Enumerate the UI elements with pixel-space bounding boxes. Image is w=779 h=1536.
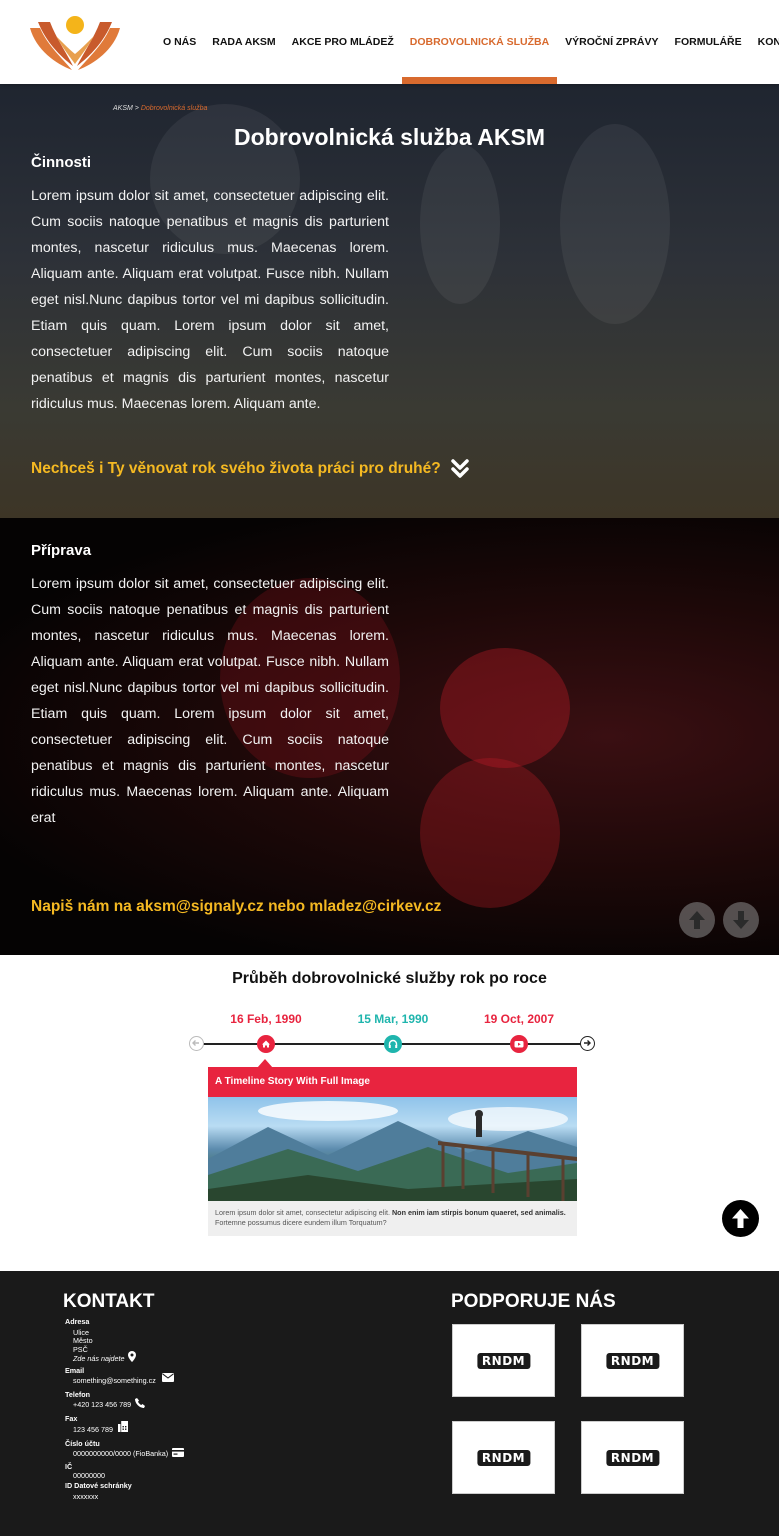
sponsor-logo-text: RNDM [476, 1449, 531, 1466]
site-footer: KONTAKT Adresa Ulice Město PSČ Zde nás n… [0, 1271, 779, 1536]
arrow-right-icon [584, 1040, 591, 1046]
address-city: Město [73, 1336, 93, 1345]
home-icon [262, 1040, 270, 1048]
phone-label: Telefon [65, 1390, 91, 1399]
sponsor-logo-4[interactable]: RNDM [581, 1421, 684, 1494]
timeline-event-3[interactable] [510, 1035, 528, 1053]
account-label: Číslo účtu [65, 1439, 100, 1448]
helmet-shape [440, 648, 570, 768]
mountain-landscape-image [208, 1101, 577, 1201]
map-pin-icon [128, 1351, 136, 1362]
video-icon [514, 1041, 524, 1048]
timeline-card-text-plain: Lorem ipsum dolor sit amet, consectetur … [215, 1208, 390, 1217]
sponsor-logo-text: RNDM [476, 1352, 531, 1369]
timeline-next-button[interactable] [580, 1036, 595, 1051]
site-header: O NÁS RADA AKSM AKCE PRO MLÁDEŽ DOBROVOL… [0, 0, 779, 84]
scroll-down-button[interactable] [723, 902, 759, 938]
nav-item-dobrovolnicka-sluzba[interactable]: DOBROVOLNICKÁ SLUŽBA [401, 0, 558, 84]
phone-value[interactable]: +420 123 456 789 [73, 1400, 131, 1409]
ic-label: IČ [65, 1462, 73, 1471]
datbox-label: ID Datové schránky [65, 1481, 132, 1490]
helmet-shape [420, 758, 560, 908]
sponsor-logo-2[interactable]: RNDM [581, 1324, 684, 1397]
timeline-title: Průběh dobrovolnické služby rok po roce [232, 970, 547, 987]
arrow-down-icon [733, 911, 749, 929]
double-chevron-down-icon[interactable] [451, 459, 469, 479]
timeline-card-text-bold: Non enim iam stirpis bonum quaeret, sed … [391, 1208, 566, 1217]
nav-item-akce-pro-mladez[interactable]: AKCE PRO MLÁDEŽ [284, 0, 402, 84]
section-text-priprava: Lorem ipsum dolor sit amet, consectetuer… [31, 576, 389, 826]
breadcrumb-separator: > [134, 105, 139, 112]
nav-item-o-nas[interactable]: O NÁS [155, 0, 204, 84]
timeline-card-image [208, 1097, 577, 1201]
timeline-prev-button[interactable] [189, 1036, 204, 1051]
timeline-card-text-end: Fortemne possumus dicere eundem illum To… [215, 1218, 387, 1227]
fax-label: Fax [65, 1414, 78, 1423]
sponsor-logo-3[interactable]: RNDM [452, 1421, 555, 1494]
nav-item-kontakty[interactable]: KONTAKTY [750, 0, 779, 84]
section-heading-cinnosti: Činnosti [31, 154, 91, 171]
background-figure [560, 124, 670, 324]
sponsor-logo-1[interactable]: RNDM [452, 1324, 555, 1397]
nav-item-formulare[interactable]: FORMULÁŘE [667, 0, 750, 84]
phone-icon [135, 1398, 145, 1408]
back-to-top-button[interactable] [722, 1200, 759, 1237]
account-value: 0000000000/0000 (FioBanka) [73, 1449, 169, 1458]
timeline-event-2[interactable] [384, 1035, 402, 1053]
arrow-up-icon [689, 911, 705, 929]
breadcrumb: AKSM > Dobrovolnická služba [113, 105, 207, 112]
timeline-date-3[interactable]: 19 Oct, 2007 [459, 1012, 579, 1026]
address-zip: PSČ [73, 1345, 88, 1354]
arrow-left-icon [192, 1040, 199, 1046]
email-label: Email [65, 1366, 85, 1375]
timeline-card-title: A Timeline Story With Full Image [208, 1067, 577, 1097]
timeline-event-1[interactable] [257, 1035, 275, 1053]
breadcrumb-current: Dobrovolnická služba [140, 105, 208, 112]
support-title: PODPORUJE NÁS [451, 1291, 616, 1312]
nav-item-vyrocni-zpravy[interactable]: VÝROČNÍ ZPRÁVY [557, 0, 666, 84]
credit-card-icon [172, 1448, 184, 1457]
fax-icon [118, 1421, 128, 1432]
timeline-card: A Timeline Story With Full Image Lorem i… [208, 1067, 577, 1236]
arrow-up-icon [732, 1209, 749, 1228]
sponsor-logo-text: RNDM [605, 1449, 660, 1466]
nav-item-rada-aksm[interactable]: RADA AKSM [204, 0, 283, 84]
email-value[interactable]: something@something.cz [73, 1376, 156, 1385]
background-figure [420, 144, 500, 304]
datbox-value: xxxxxxx [73, 1492, 99, 1501]
sponsor-logo-text: RNDM [605, 1352, 660, 1369]
aksm-logo[interactable] [26, 8, 124, 74]
timeline-date-1[interactable]: 16 Feb, 1990 [206, 1012, 326, 1026]
section-text-cinnosti: Lorem ipsum dolor sit amet, consectetuer… [31, 188, 389, 412]
main-nav: O NÁS RADA AKSM AKCE PRO MLÁDEŽ DOBROVOL… [155, 0, 779, 84]
ic-value: 00000000 [73, 1471, 105, 1480]
timeline-card-text: Lorem ipsum dolor sit amet, consectetur … [208, 1201, 577, 1228]
headphones-icon [388, 1039, 398, 1048]
page-title: Dobrovolnická služba AKSM [234, 124, 545, 150]
address-label: Adresa [65, 1317, 90, 1326]
cta-volunteer[interactable]: Nechceš i Ty věnovat rok svého života pr… [31, 460, 441, 478]
cta-contact-email[interactable]: Napiš nám na aksm@signaly.cz nebo mladez… [31, 898, 441, 916]
section-heading-priprava: Příprava [31, 542, 92, 559]
timeline-date-2[interactable]: 15 Mar, 1990 [333, 1012, 453, 1026]
breadcrumb-home[interactable]: AKSM [113, 105, 133, 112]
scroll-up-button[interactable] [679, 902, 715, 938]
address-map-link[interactable]: Zde nás najdete [73, 1354, 125, 1363]
fax-value: 123 456 789 [73, 1425, 113, 1434]
envelope-icon [162, 1373, 174, 1382]
contact-title: KONTAKT [63, 1291, 155, 1312]
